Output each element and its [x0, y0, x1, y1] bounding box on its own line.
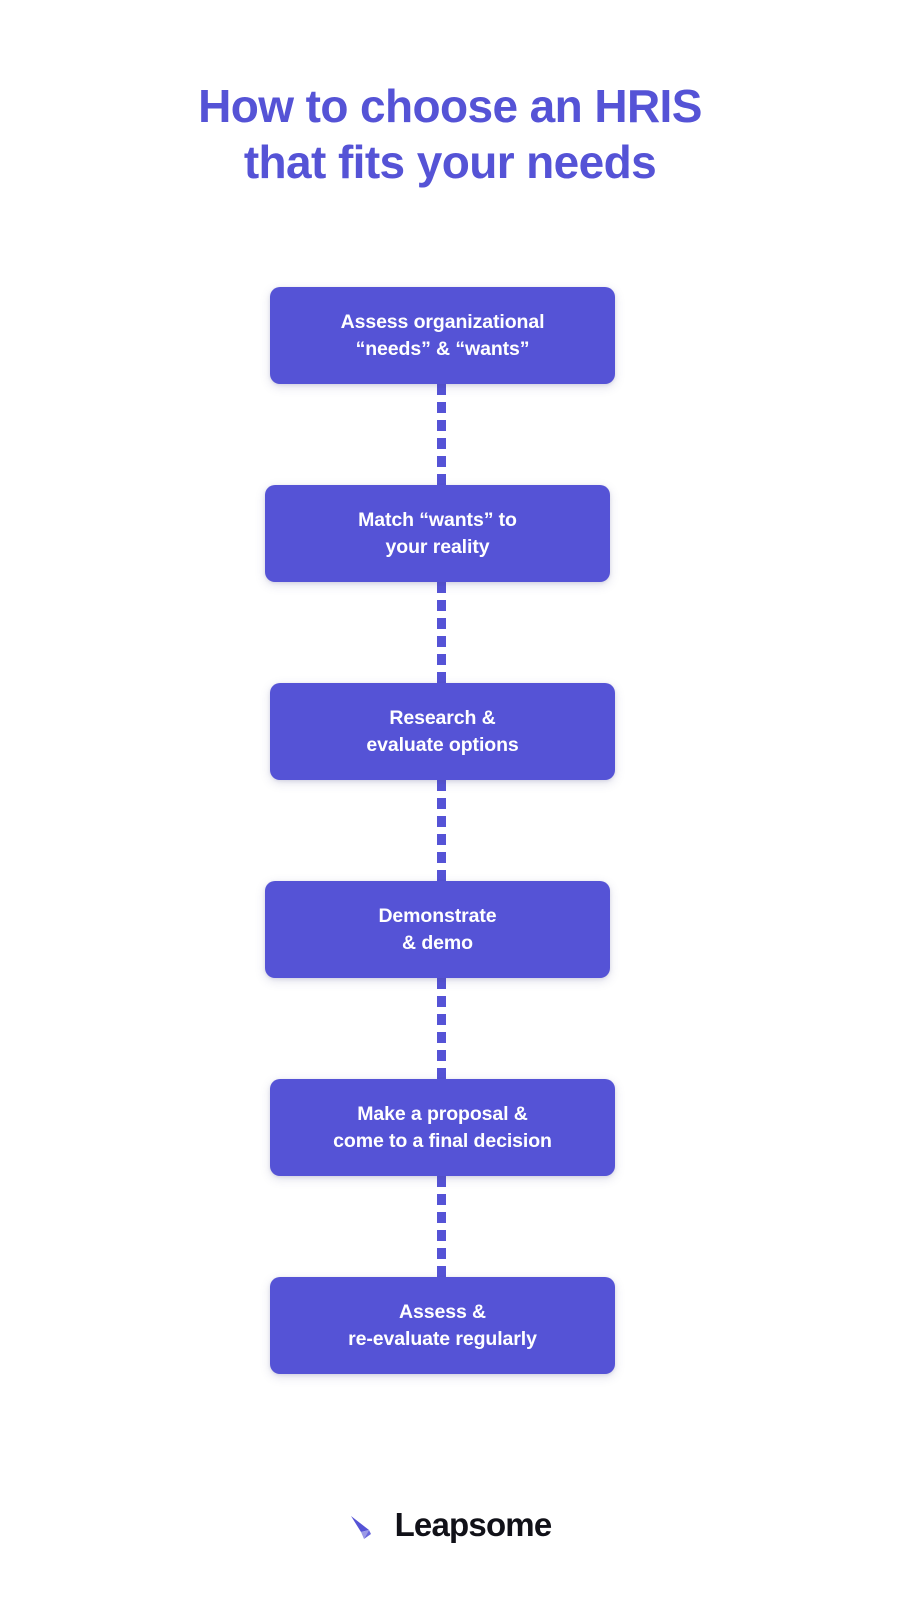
step-label-line-2: & demo [402, 931, 473, 954]
step-label-line-1: Match “wants” to [358, 508, 517, 531]
connector-dotted-line-1 [437, 384, 446, 485]
step-label: Match “wants” to your reality [344, 507, 531, 561]
flow-step-1: Assess organizational “needs” & “wants” [0, 287, 900, 485]
page-title-line-1: How to choose an HRIS [198, 80, 702, 132]
flow-step-5: Make a proposal & come to a final decisi… [0, 1079, 900, 1277]
page-title-line-2: that fits your needs [243, 136, 657, 188]
step-label-line-2: re-evaluate regularly [348, 1327, 537, 1350]
connector-dotted-line-2 [437, 582, 446, 683]
step-label-line-2: evaluate options [366, 733, 519, 756]
step-box-assess-reevaluate-regularly[interactable]: Assess & re-evaluate regularly [270, 1277, 615, 1374]
step-label-line-1: Research & [389, 706, 496, 729]
step-label-line-1: Make a proposal & [357, 1102, 528, 1125]
step-label: Assess organizational “needs” & “wants” [327, 309, 559, 363]
step-box-research-evaluate-options[interactable]: Research & evaluate options [270, 683, 615, 780]
step-label-line-2: your reality [385, 535, 490, 558]
leapsome-arrow-icon [350, 1516, 371, 1539]
step-label: Make a proposal & come to a final decisi… [319, 1101, 566, 1155]
step-label: Assess & re-evaluate regularly [334, 1299, 551, 1353]
step-label: Research & evaluate options [352, 705, 532, 759]
step-box-assess-needs-wants[interactable]: Assess organizational “needs” & “wants” [270, 287, 615, 384]
brand-logo: Leapsome [0, 1508, 900, 1542]
flow-step-3: Research & evaluate options [0, 683, 900, 881]
connector-dotted-line-3 [437, 780, 446, 881]
step-label-line-1: Assess & [398, 1300, 486, 1323]
connector-dotted-line-5 [437, 1176, 446, 1277]
brand-name: Leapsome [394, 1506, 553, 1543]
flow-step-4: Demonstrate & demo [0, 881, 900, 1079]
step-box-make-proposal-final-decision[interactable]: Make a proposal & come to a final decisi… [270, 1079, 615, 1176]
step-label-line-1: Demonstrate [378, 904, 497, 927]
step-box-demonstrate-demo[interactable]: Demonstrate & demo [265, 881, 610, 978]
page-title: How to choose an HRIS that fits your nee… [0, 78, 900, 190]
step-label-line-1: Assess organizational [340, 310, 545, 333]
step-box-match-wants-reality[interactable]: Match “wants” to your reality [265, 485, 610, 582]
step-label: Demonstrate & demo [364, 903, 510, 957]
flow-step-2: Match “wants” to your reality [0, 485, 900, 683]
flow-step-6: Assess & re-evaluate regularly [0, 1277, 900, 1374]
step-label-line-2: “needs” & “wants” [355, 337, 530, 360]
step-label-line-2: come to a final decision [333, 1129, 552, 1152]
process-flowchart: Assess organizational “needs” & “wants” … [0, 287, 900, 1374]
connector-dotted-line-4 [437, 978, 446, 1079]
